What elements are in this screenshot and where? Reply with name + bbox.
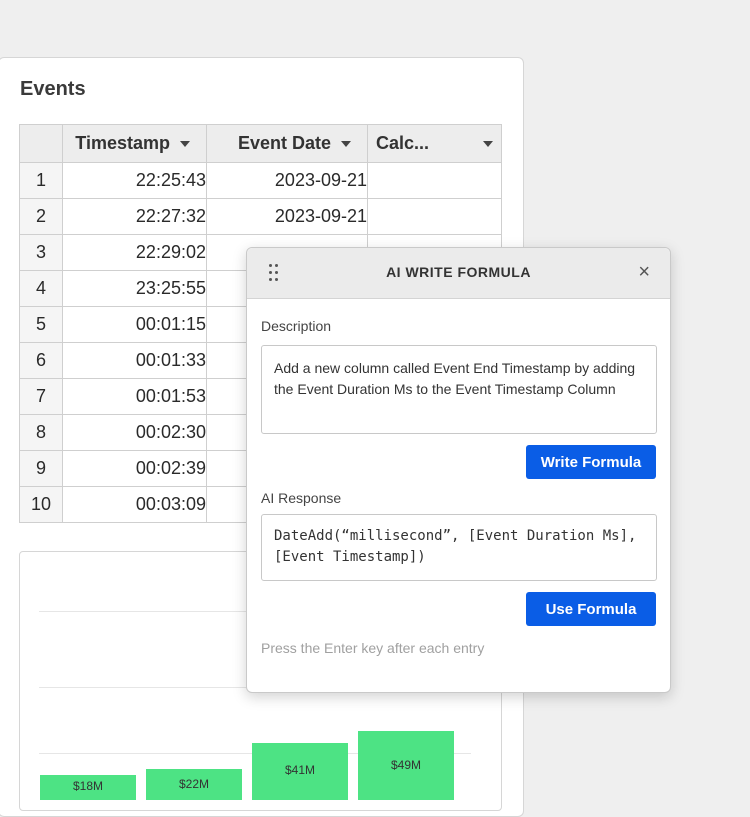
table-row[interactable]: 2 22:27:32 2023-09-21 [19, 198, 502, 235]
row-index-cell: 1 [19, 162, 63, 199]
event-date-cell[interactable]: 2023-09-21 [206, 162, 368, 199]
column-header-label: Calc... [376, 133, 430, 153]
calc-cell[interactable] [367, 198, 502, 235]
column-header-event-date[interactable]: Event Date [206, 124, 368, 163]
row-index-cell: 4 [19, 270, 63, 307]
row-index-header [19, 124, 63, 163]
panel-title: Events [20, 78, 86, 100]
timestamp-cell[interactable]: 22:25:43 [62, 162, 207, 199]
bar-data-label: $18M [72, 779, 104, 794]
ai-response-field[interactable]: DateAdd(“millisecond”, [Event Duration M… [261, 514, 657, 581]
description-textarea[interactable]: Add a new column called Event End Timest… [261, 345, 657, 434]
ai-write-formula-dialog: AI WRITE FORMULA × Description Add a new… [246, 247, 671, 693]
timestamp-cell[interactable]: 00:01:15 [62, 306, 207, 343]
timestamp-cell[interactable]: 22:29:02 [62, 234, 207, 271]
row-index-cell: 8 [19, 414, 63, 451]
bar-data-label: $41M [284, 763, 316, 778]
timestamp-cell[interactable]: 00:01:33 [62, 342, 207, 379]
column-header-calc[interactable]: Calc... [367, 124, 502, 163]
timestamp-cell[interactable]: 22:27:32 [62, 198, 207, 235]
enter-key-hint: Press the Enter key after each entry [261, 640, 485, 656]
bar-data-label: $22M [178, 776, 210, 791]
event-date-cell[interactable]: 2023-09-21 [206, 198, 368, 235]
description-label: Description [261, 318, 332, 334]
description-text: Add a new column called Event End Timest… [274, 360, 636, 397]
row-index-cell: 2 [19, 198, 63, 235]
caret-down-icon[interactable] [341, 140, 351, 147]
timestamp-cell[interactable]: 00:03:09 [62, 486, 207, 523]
column-header-label: Timestamp [75, 133, 170, 153]
timestamp-cell[interactable]: 00:02:39 [62, 450, 207, 487]
row-index-cell: 5 [19, 306, 63, 343]
timestamp-cell[interactable]: 00:01:53 [62, 378, 207, 415]
column-header-timestamp[interactable]: Timestamp [62, 124, 207, 163]
row-index-cell: 7 [19, 378, 63, 415]
table-header-row: Timestamp Event Date Calc... [19, 124, 502, 163]
bar-data-label: $49M [390, 757, 422, 772]
close-icon[interactable]: × [638, 262, 650, 282]
use-formula-button[interactable]: Use Formula [526, 592, 656, 626]
ai-response-text: DateAdd(“millisecond”, [Event Duration M… [274, 528, 637, 565]
timestamp-cell[interactable]: 00:02:30 [62, 414, 207, 451]
caret-down-icon[interactable] [483, 140, 493, 147]
row-index-cell: 6 [19, 342, 63, 379]
row-index-cell: 3 [19, 234, 63, 271]
timestamp-cell[interactable]: 23:25:55 [62, 270, 207, 307]
column-header-label: Event Date [237, 133, 331, 153]
row-index-cell: 10 [19, 486, 63, 523]
ai-response-label: AI Response [261, 490, 342, 506]
dialog-header[interactable]: AI WRITE FORMULA × [247, 248, 670, 299]
table-row[interactable]: 1 22:25:43 2023-09-21 [19, 162, 502, 199]
write-formula-button[interactable]: Write Formula [526, 445, 656, 479]
calc-cell[interactable] [367, 162, 502, 199]
dialog-title: AI WRITE FORMULA [386, 264, 531, 280]
row-index-cell: 9 [19, 450, 63, 487]
caret-down-icon[interactable] [180, 140, 190, 147]
